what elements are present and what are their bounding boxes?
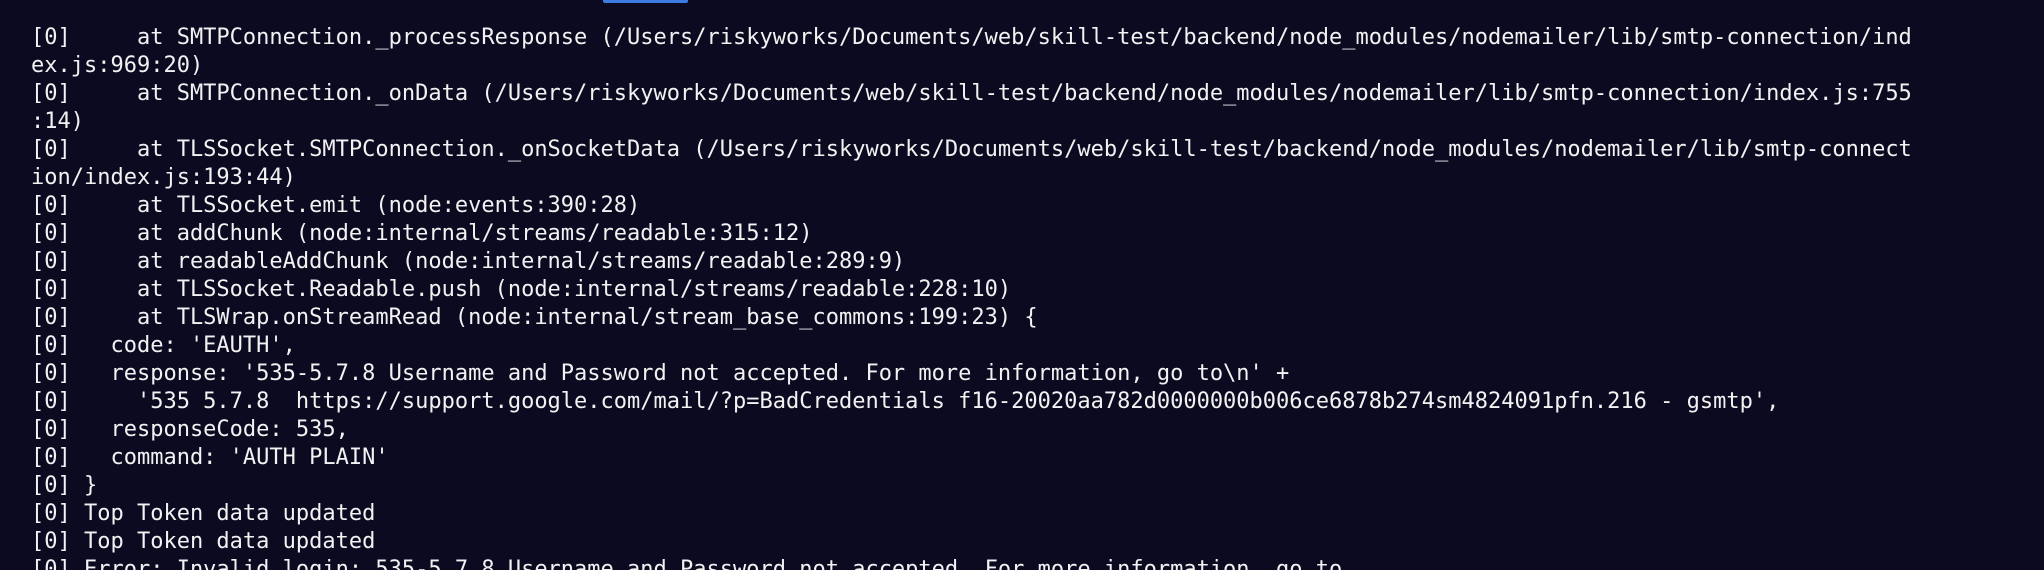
terminal-window[interactable]: [0] at SMTPConnection._processResponse (… [0,0,2044,570]
output-line: [0] response: '535-5.7.8 Username and Pa… [31,361,1290,386]
output-line: [0] at readableAddChunk (node:internal/s… [31,249,906,274]
output-line: [0] Top Token data updated [31,501,376,526]
output-line: [0] } [31,473,98,498]
terminal-output[interactable]: [0] at SMTPConnection._processResponse (… [31,24,2021,570]
output-line: [0] '535 5.7.8 https://support.google.co… [31,389,1780,414]
output-line: [0] Top Token data updated [31,529,376,554]
output-line: ion/index.js:193:44) [31,165,296,190]
output-line: [0] at TLSWrap.onStreamRead (node:intern… [31,305,1038,330]
output-line: [0] responseCode: 535, [31,417,349,442]
scroll-position-indicator [603,0,688,3]
output-line: [0] at SMTPConnection._processResponse (… [31,25,1912,50]
output-line: ex.js:969:20) [31,53,204,78]
output-line: [0] code: 'EAUTH', [31,333,296,358]
output-line: [0] at TLSSocket.Readable.push (node:int… [31,277,1012,302]
output-line: [0] at addChunk (node:internal/streams/r… [31,221,813,246]
output-line: [0] command: 'AUTH PLAIN' [31,445,389,470]
output-line: :14) [31,109,84,134]
output-line: [0] Error: Invalid login: 535-5.7.8 User… [31,557,1343,570]
output-line: [0] at SMTPConnection._onData (/Users/ri… [31,81,1912,106]
output-line: [0] at TLSSocket.emit (node:events:390:2… [31,193,641,218]
output-line: [0] at TLSSocket.SMTPConnection._onSocke… [31,137,1912,162]
